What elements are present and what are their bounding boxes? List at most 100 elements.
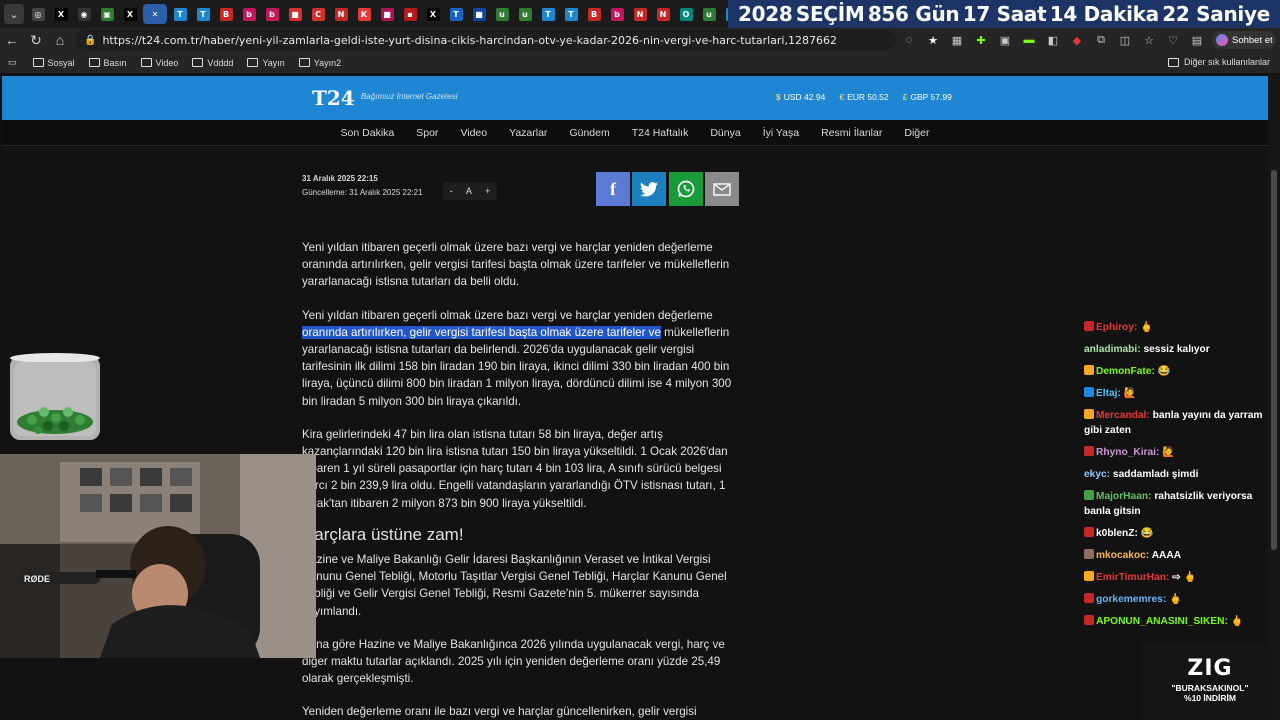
folder-icon	[298, 58, 310, 67]
chat-message: ekyc: saddamladı şimdi	[1084, 467, 1280, 482]
scrollbar-thumb[interactable]	[1271, 170, 1277, 550]
browser-tab[interactable]: ■	[469, 4, 489, 24]
refresh-icon[interactable]: ↻	[24, 28, 48, 52]
bookmark-folder-yayin2[interactable]: Yayın2	[298, 57, 342, 68]
nav-iyi-yasa[interactable]: İyi Yaşa	[763, 127, 799, 139]
browser-tab[interactable]: X	[120, 4, 140, 24]
b-tab-favicon-icon: b	[242, 7, 256, 21]
font-decrease-button[interactable]: -	[450, 186, 453, 196]
favorite-star-icon[interactable]: ★	[924, 31, 942, 49]
browser-tab[interactable]: T	[561, 4, 581, 24]
font-increase-button[interactable]: +	[485, 186, 490, 196]
site-logo[interactable]: T24	[312, 86, 355, 110]
extensions-puzzle-icon[interactable]: ⧉	[1092, 31, 1110, 49]
bookmark-folder-vdddd[interactable]: Vdddd	[192, 58, 233, 68]
copilot-chat-button[interactable]: Sohbet et	[1212, 31, 1276, 49]
browser-tab[interactable]: N	[653, 4, 673, 24]
favorites-icon[interactable]: ☆	[1140, 31, 1158, 49]
home-icon[interactable]: ⌂	[48, 28, 72, 52]
active-tab[interactable]: ✕	[143, 4, 167, 24]
site-info-icon[interactable]: 🔒	[84, 35, 96, 46]
browser-tab[interactable]: K	[354, 4, 374, 24]
browser-tab[interactable]: T	[538, 4, 558, 24]
t24-tab-favicon-icon: T	[564, 7, 578, 21]
twitter-share-button[interactable]	[632, 172, 666, 206]
nav-resmi-ilanlar[interactable]: Resmi İlanlar	[821, 127, 882, 139]
user-badge-icon	[1084, 615, 1094, 625]
bookmark-folder-yayin[interactable]: Yayın	[247, 58, 285, 68]
nav-dunya[interactable]: Dünya	[710, 127, 740, 139]
browser-tab[interactable]: b	[239, 4, 259, 24]
extension-icon[interactable]: ◧	[1044, 31, 1062, 49]
bookmark-folder-sosyal[interactable]: Sosyal	[32, 58, 75, 68]
browser-tab[interactable]: T	[446, 4, 466, 24]
chat-message: DemonFate: 😂	[1084, 364, 1280, 379]
bookmark-folder-basin[interactable]: Basın	[88, 58, 127, 68]
extension-icon[interactable]: ▬	[1020, 31, 1038, 49]
split-screen-icon[interactable]: ◫	[1116, 31, 1134, 49]
bookmarks-icon[interactable]: ▭	[8, 57, 17, 68]
nav-yazarlar[interactable]: Yazarlar	[509, 127, 547, 139]
rate-gbp: £ GBP 57.99	[903, 92, 952, 102]
browser-tab[interactable]: B	[216, 4, 236, 24]
nav-t24-haftalik[interactable]: T24 Haftalık	[632, 127, 689, 139]
extension-icon[interactable]: ◆	[1068, 31, 1086, 49]
extension-icon[interactable]: ▦	[948, 31, 966, 49]
email-share-button[interactable]	[705, 172, 739, 206]
browser-tab[interactable]: O	[676, 4, 696, 24]
chat-text: 😂	[1157, 366, 1171, 377]
back-icon[interactable]: ←	[0, 28, 24, 52]
nav-spor[interactable]: Spor	[416, 127, 438, 139]
extension-icon[interactable]: ▣	[996, 31, 1014, 49]
browser-tab[interactable]: ■	[377, 4, 397, 24]
user-badge-icon	[1084, 387, 1094, 397]
browser-tab[interactable]: ▪	[400, 4, 420, 24]
url-field[interactable]: 🔒 https://t24.com.tr/haber/yeni-yil-zaml…	[76, 30, 896, 50]
folder-icon	[1167, 57, 1179, 67]
browser-tab[interactable]: N	[331, 4, 351, 24]
nav-video[interactable]: Video	[460, 127, 487, 139]
browser-tab[interactable]: X	[51, 4, 71, 24]
browser-tab[interactable]: B	[584, 4, 604, 24]
article-paragraph: Yeni yıldan itibaren geçerli olmak üzere…	[302, 307, 742, 410]
browser-tab[interactable]: u	[699, 4, 719, 24]
bookmark-label: Vdddd	[207, 57, 234, 68]
countdown-minutes: 14 Dakika	[1049, 2, 1159, 26]
other-favorites[interactable]: Diğer sık kullanılanlar	[1167, 57, 1270, 67]
promo-code: "BURAKSAKINOL"	[1171, 683, 1249, 693]
bookmark-label: Yayın2	[313, 57, 342, 68]
browser-tab[interactable]: u	[515, 4, 535, 24]
browser-tab[interactable]: u	[492, 4, 512, 24]
twitter-bird-icon	[640, 181, 658, 197]
browser-tab[interactable]: ◎	[28, 4, 48, 24]
tab-actions-menu[interactable]: ⌄	[4, 4, 24, 24]
browser-tab[interactable]: N	[630, 4, 650, 24]
browser-tab[interactable]: T	[170, 4, 190, 24]
browser-tab[interactable]: ▣	[97, 4, 117, 24]
browser-tab[interactable]: ◉	[74, 4, 94, 24]
extension-icon[interactable]: ✚	[972, 31, 990, 49]
nav-diger[interactable]: Diğer	[904, 127, 929, 139]
collections-icon[interactable]: ♡	[1164, 31, 1182, 49]
chat-message: gorkememres: 🖕	[1084, 592, 1280, 607]
browser-tab[interactable]: ■	[285, 4, 305, 24]
whatsapp-share-button[interactable]	[669, 172, 703, 206]
browser-tab[interactable]: T	[193, 4, 213, 24]
n-tab-favicon-icon: N	[633, 7, 647, 21]
chat-message: k0blenZ: 😂	[1084, 526, 1280, 541]
nav-gundem[interactable]: Gündem	[569, 127, 609, 139]
downloads-icon[interactable]: ▤	[1188, 31, 1206, 49]
folder-icon	[140, 58, 152, 67]
t24-tab-favicon-icon: T	[541, 7, 555, 21]
reader-icon[interactable]: ◌	[900, 31, 918, 49]
nav-son-dakika[interactable]: Son Dakika	[341, 127, 395, 139]
browser-tab[interactable]: b	[607, 4, 627, 24]
bookmark-folder-video[interactable]: Video	[140, 58, 178, 68]
countdown-year: 2028	[738, 2, 793, 26]
browser-tab[interactable]: b	[262, 4, 282, 24]
facebook-share-button[interactable]: f	[596, 172, 630, 206]
sponsor-logo: ZIG	[1187, 656, 1233, 681]
browser-tab[interactable]: X	[423, 4, 443, 24]
browser-tab[interactable]: C	[308, 4, 328, 24]
page-scrollbar[interactable]	[1268, 74, 1280, 720]
